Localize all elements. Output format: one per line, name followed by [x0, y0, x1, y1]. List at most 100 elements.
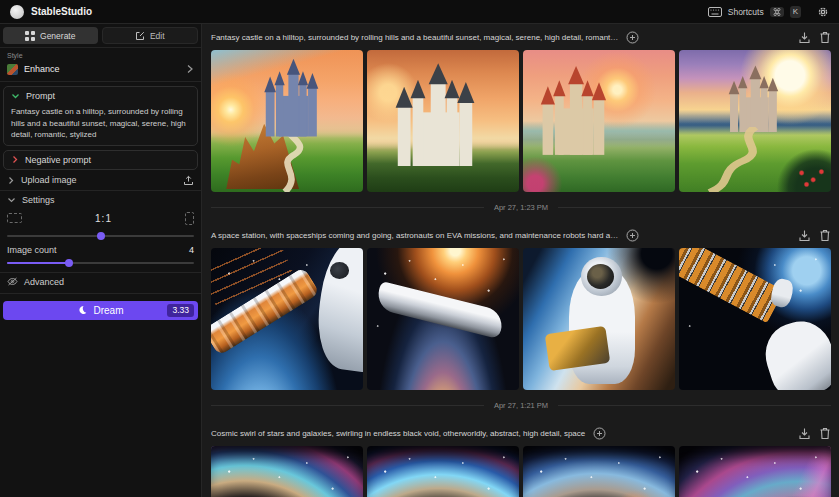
decor: Apr 27, 1:23 PM — [494, 203, 548, 212]
decor — [553, 80, 565, 96]
negative-prompt-card[interactable]: Negative prompt — [3, 150, 198, 170]
decor — [728, 81, 739, 95]
generated-image[interactable] — [367, 446, 519, 497]
decor — [798, 31, 811, 44]
generated-image[interactable] — [211, 248, 363, 390]
decor — [211, 248, 831, 390]
decor — [274, 71, 284, 85]
decor — [715, 9, 716, 10]
decor — [288, 73, 298, 137]
edit-icon — [135, 31, 145, 41]
decor — [713, 9, 714, 10]
tab-edit[interactable]: Edit — [102, 27, 199, 44]
circle-plus-icon[interactable] — [626, 229, 639, 242]
decor: Generate Edit Style Enhance Prompt Fanta… — [0, 24, 839, 497]
decor — [460, 101, 473, 166]
decor — [710, 127, 756, 192]
upload-image-row[interactable]: Upload image — [0, 171, 201, 190]
aspect-ratio-slider[interactable] — [7, 235, 194, 237]
sidebar: Generate Edit Style Enhance Prompt Fanta… — [0, 24, 202, 497]
generated-image[interactable] — [211, 50, 363, 192]
decor — [630, 35, 635, 40]
portrait-icon[interactable] — [185, 212, 194, 225]
tab-edit-label: Edit — [150, 31, 165, 41]
app-logo — [10, 5, 24, 19]
dream-cost-badge: 3.33 — [167, 304, 194, 317]
trash-icon[interactable] — [819, 229, 831, 242]
generation-date: Apr 27, 1:21 PM — [211, 390, 831, 420]
negative-prompt-label: Negative prompt — [25, 155, 91, 165]
circle-plus-icon[interactable] — [593, 427, 606, 440]
slider-handle[interactable] — [97, 232, 105, 240]
decor: Apr 27, 1:21 PM — [494, 401, 548, 410]
shortcuts-label[interactable]: Shortcuts — [728, 7, 764, 17]
decor — [739, 87, 746, 132]
decor — [749, 66, 761, 80]
prompt-header[interactable]: Prompt — [11, 91, 190, 101]
decor — [722, 64, 789, 132]
settings-row[interactable]: Settings — [0, 191, 201, 209]
decor — [8, 278, 17, 285]
row-prompt: A space station, with spaceships coming … — [211, 231, 618, 240]
decor — [211, 50, 831, 192]
decor — [367, 446, 519, 497]
generated-image[interactable] — [523, 446, 675, 497]
style-select[interactable]: Enhance — [7, 62, 194, 76]
decor — [211, 446, 831, 497]
generated-image[interactable] — [367, 248, 519, 390]
download-icon[interactable] — [798, 229, 811, 242]
decor — [7, 176, 15, 185]
generated-image[interactable] — [523, 50, 675, 192]
download-icon[interactable] — [798, 427, 811, 440]
gallery: Fantasy castle on a hilltop, surrounded … — [202, 24, 839, 497]
generated-image[interactable] — [679, 248, 831, 390]
decor — [594, 99, 605, 156]
decor: Generate Edit — [0, 24, 201, 47]
aspect-ratio-value: 1:1 — [22, 213, 185, 224]
decor — [532, 64, 620, 155]
advanced-row[interactable]: Advanced — [0, 273, 201, 291]
decor — [7, 277, 18, 286]
decor — [800, 237, 809, 240]
trash-icon[interactable] — [819, 427, 831, 440]
tab-generate[interactable]: Generate — [3, 27, 98, 44]
generated-image[interactable] — [679, 50, 831, 192]
circle-plus-icon[interactable] — [626, 31, 639, 44]
decor — [185, 182, 193, 185]
decor — [211, 207, 484, 208]
decor — [398, 106, 411, 167]
decor — [558, 405, 831, 406]
decor: Style Enhance — [0, 48, 201, 81]
decor — [819, 229, 831, 242]
decor — [429, 64, 448, 85]
decor — [626, 31, 639, 44]
settings-label: Settings — [22, 195, 194, 205]
trash-icon[interactable] — [819, 31, 831, 44]
decor — [819, 8, 826, 15]
upload-icon[interactable] — [183, 175, 194, 186]
generated-image[interactable] — [367, 50, 519, 192]
generated-image[interactable] — [523, 248, 675, 390]
chevron-right-icon — [186, 64, 194, 74]
generation-row-header: A space station, with spaceships coming … — [211, 222, 831, 248]
slider-handle[interactable] — [65, 259, 73, 267]
eye-off-icon — [7, 277, 18, 286]
decor — [523, 446, 675, 497]
decor — [822, 430, 829, 439]
decor — [211, 405, 484, 406]
decor — [431, 82, 446, 166]
slider-fill — [7, 262, 69, 264]
decor — [299, 84, 306, 137]
decor — [31, 31, 35, 35]
prompt-input[interactable]: Fantasy castle on a hilltop, surrounded … — [11, 106, 190, 141]
decor — [411, 80, 426, 99]
image-count-slider[interactable] — [7, 262, 194, 264]
decor — [800, 435, 809, 438]
dream-button[interactable]: Dream 3.33 — [3, 301, 198, 320]
landscape-icon[interactable] — [7, 213, 22, 223]
generated-image[interactable] — [679, 446, 831, 497]
download-icon[interactable] — [798, 31, 811, 44]
gear-icon[interactable] — [817, 6, 829, 18]
generated-image[interactable] — [211, 446, 363, 497]
decor — [821, 230, 830, 240]
